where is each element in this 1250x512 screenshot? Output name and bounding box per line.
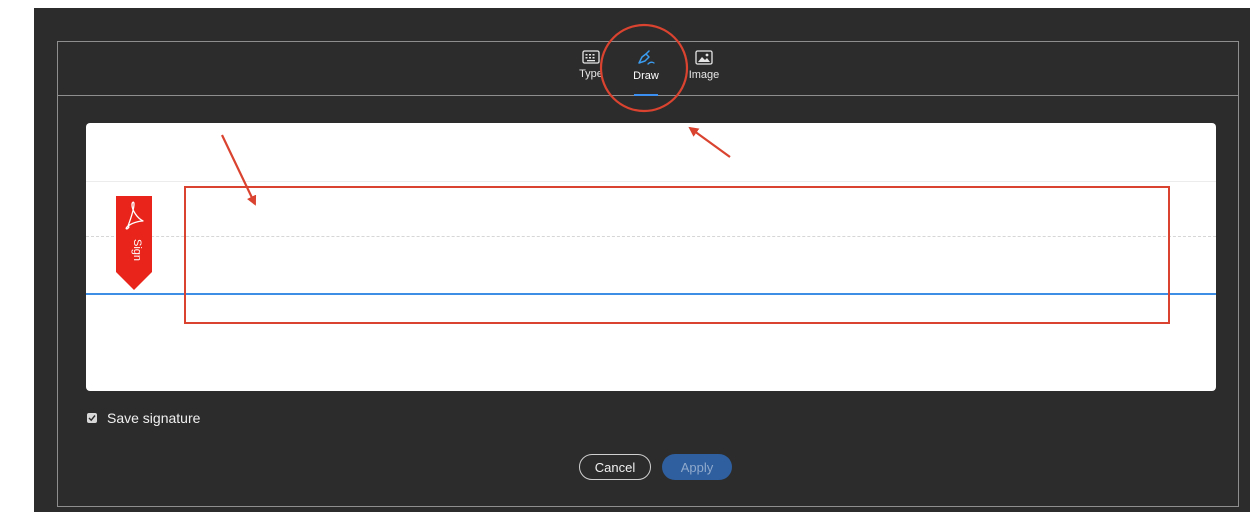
keyboard-icon: [582, 50, 600, 64]
checkmark-icon: [88, 415, 96, 422]
signature-dialog: Type Draw Image Sign Save signature Canc…: [57, 41, 1239, 507]
top-strip: [0, 0, 1250, 8]
signature-baseline: [86, 293, 1216, 295]
save-signature-checkbox[interactable]: [87, 413, 97, 423]
canvas-guide-dashed: [86, 236, 1216, 237]
sign-flag-label: Sign: [131, 239, 143, 261]
tab-draw-label: Draw: [633, 70, 659, 82]
sign-flag: Sign: [116, 196, 152, 290]
tab-active-indicator: [634, 94, 658, 96]
pen-icon: [638, 50, 655, 65]
tab-image-label: Image: [688, 69, 720, 81]
tab-draw[interactable]: Draw: [623, 50, 669, 96]
canvas-guide-top: [86, 181, 1216, 182]
image-icon: [695, 50, 713, 65]
save-signature-label: Save signature: [107, 410, 201, 426]
tab-image[interactable]: Image: [681, 50, 727, 92]
signature-tabbar: Type Draw Image: [58, 42, 1238, 96]
draw-canvas[interactable]: Sign: [86, 123, 1216, 391]
tab-type-label: Type: [579, 68, 603, 80]
cancel-button[interactable]: Cancel: [579, 454, 651, 480]
tab-type[interactable]: Type: [568, 50, 614, 92]
save-signature-row[interactable]: Save signature: [87, 410, 200, 426]
apply-button[interactable]: Apply: [662, 454, 732, 480]
